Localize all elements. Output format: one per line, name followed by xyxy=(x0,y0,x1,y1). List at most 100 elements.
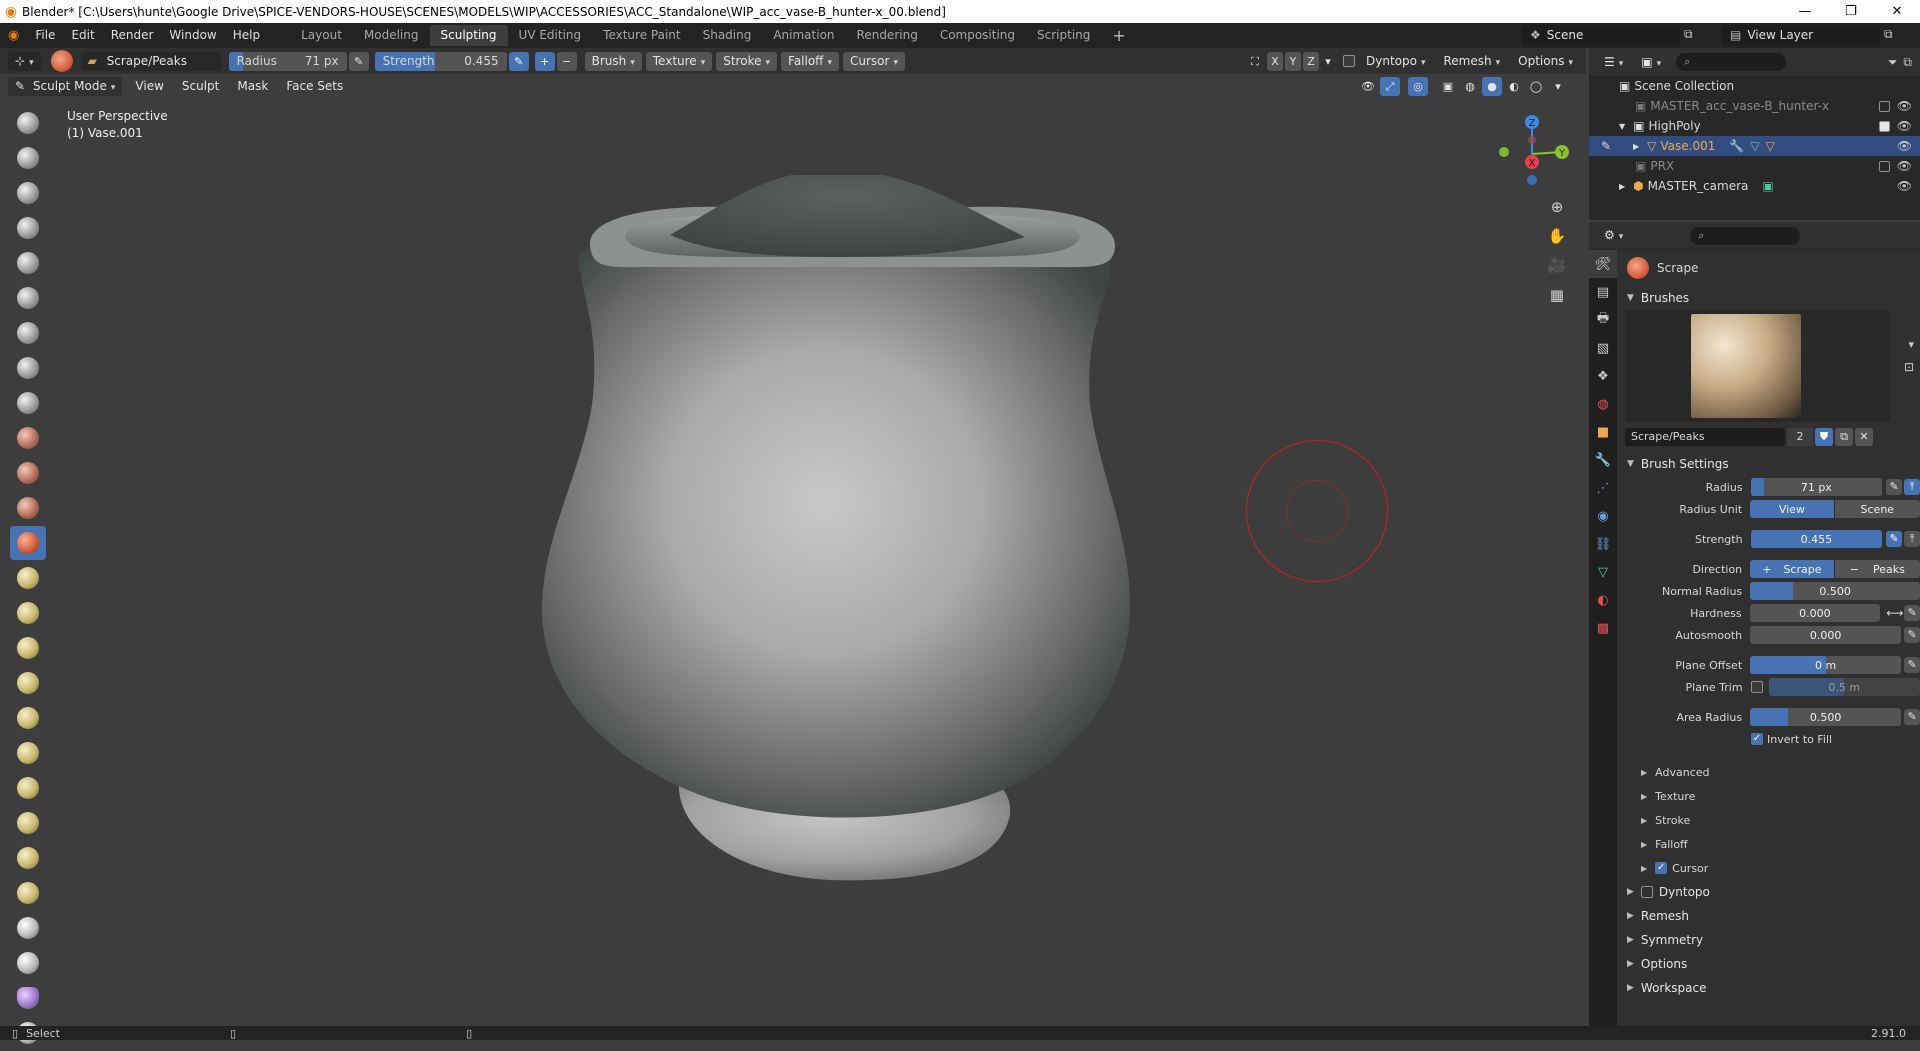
brush-users-count[interactable]: 2 xyxy=(1787,428,1813,446)
autosmooth-slider[interactable]: 0.000 xyxy=(1750,626,1902,644)
subpanel-cursor[interactable]: ▶ ✓ Cursor xyxy=(1617,856,1920,880)
direction-scrape-button[interactable]: + Scrape xyxy=(1750,560,1834,578)
maximize-button[interactable]: ❐ xyxy=(1828,0,1874,23)
brush-icon[interactable] xyxy=(50,50,73,72)
tool-inflate-icon[interactable] xyxy=(10,316,46,350)
subpanel-stroke[interactable]: ▶ Stroke xyxy=(1617,808,1920,832)
brush-settings-panel-header[interactable]: ▼ Brush Settings xyxy=(1617,452,1920,476)
dyntopo-menu[interactable]: Dyntopo ▾ xyxy=(1359,52,1432,71)
duplicate-brush-icon[interactable]: ⧉ xyxy=(1835,428,1853,446)
autosmooth-pressure-icon[interactable]: ✎ xyxy=(1904,627,1920,643)
plane-trim-slider[interactable]: 0.5 m xyxy=(1768,678,1920,696)
outliner-display-mode[interactable]: ▣ ▾ xyxy=(1634,52,1669,72)
strength-slider[interactable]: 0.455 xyxy=(1750,530,1883,548)
editor-type-button[interactable]: ⊹ ▾ xyxy=(8,51,41,71)
tool-elastic-deform-icon[interactable] xyxy=(10,666,46,700)
expand-arrow-icon[interactable]: ▶ xyxy=(1633,142,1639,151)
shading-dropdown-icon[interactable]: ▾ xyxy=(1548,77,1568,96)
symmetry-z-toggle[interactable]: Z xyxy=(1303,51,1320,71)
tab-texture-paint[interactable]: Texture Paint xyxy=(592,25,691,46)
world-tab-icon[interactable]: ◍ xyxy=(1589,390,1617,418)
expand-arrow-icon[interactable]: ▼ xyxy=(1619,122,1625,131)
properties-search-input[interactable]: ⌕ xyxy=(1690,226,1801,245)
sculpt-menu[interactable]: Sculpt xyxy=(175,77,226,96)
tool-mask-icon[interactable] xyxy=(10,981,46,1015)
outliner-new-collection-icon[interactable]: ⧉ xyxy=(1903,55,1912,70)
symmetry-y-toggle[interactable]: Y xyxy=(1285,51,1302,71)
modifier-icon[interactable]: 🔧 xyxy=(1729,139,1744,153)
modifier-tab-icon[interactable]: 🔧 xyxy=(1589,446,1617,474)
fake-user-icon[interactable]: ⛊ xyxy=(1815,428,1833,446)
invert-to-fill-checkbox[interactable]: ✓ xyxy=(1751,733,1763,745)
panel-remesh[interactable]: ▶ Remesh xyxy=(1617,904,1920,928)
options-menu[interactable]: Options ▾ xyxy=(1511,52,1580,71)
outliner-row-master-camera[interactable]: ▶ ⬢ MASTER_camera ▣ 👁 xyxy=(1589,176,1920,196)
menu-edit[interactable]: Edit xyxy=(63,23,102,48)
menu-window[interactable]: Window xyxy=(161,23,224,48)
remesh-menu[interactable]: Remesh ▾ xyxy=(1437,52,1508,71)
radius-field[interactable]: Radius 71 px xyxy=(228,51,347,71)
normal-radius-slider[interactable]: 0.500 xyxy=(1750,582,1920,600)
exclude-checkbox[interactable] xyxy=(1879,161,1890,172)
visibility-eye-icon[interactable]: 👁 xyxy=(1897,179,1912,193)
tool-slide-relax-icon[interactable] xyxy=(10,876,46,910)
overlay-toggle-icon[interactable]: ◎ xyxy=(1408,76,1428,96)
direction-peaks-button[interactable]: − Peaks xyxy=(1834,560,1920,578)
falloff-menu[interactable]: Falloff ▾ xyxy=(781,51,839,71)
vase-model[interactable] xyxy=(530,175,1160,895)
area-radius-pressure-icon[interactable]: ✎ xyxy=(1904,709,1920,725)
sculpt-mode-indicator-icon[interactable]: ✎ xyxy=(1601,139,1611,153)
area-radius-slider[interactable]: 0.500 xyxy=(1750,708,1902,726)
brush-selector[interactable]: ▰ Scrape/Peaks xyxy=(80,51,221,71)
exclude-checkbox[interactable] xyxy=(1879,101,1890,112)
tool-thumb-icon[interactable] xyxy=(10,736,46,770)
brush-datablock-name[interactable]: Scrape/Peaks xyxy=(1625,428,1785,446)
outliner-search-input[interactable]: ⌕ xyxy=(1676,53,1787,71)
view-menu[interactable]: View xyxy=(128,77,170,96)
visibility-eye-icon[interactable]: 👁 xyxy=(1897,119,1912,133)
pan-hand-icon[interactable]: ✋ xyxy=(1544,223,1570,249)
strength-link-icon[interactable]: ⤒ xyxy=(1904,531,1920,547)
expand-arrow-icon[interactable]: ▶ xyxy=(1619,182,1625,191)
brushes-panel-header[interactable]: ▼ Brushes xyxy=(1617,286,1920,310)
shading-solid-icon[interactable]: ● xyxy=(1482,76,1502,96)
unlink-brush-icon[interactable]: ✕ xyxy=(1855,428,1873,446)
tool-nudge-icon[interactable] xyxy=(10,806,46,840)
panel-options[interactable]: ▶ Options xyxy=(1617,952,1920,976)
tab-shading[interactable]: Shading xyxy=(692,25,763,46)
texture-menu[interactable]: Texture ▾ xyxy=(645,51,713,71)
strength-pressure-icon[interactable]: ✎ xyxy=(508,51,529,71)
new-view-layer-icon[interactable]: ⧉ xyxy=(1884,27,1893,42)
hardness-pressure-icon[interactable]: ✎ xyxy=(1904,605,1920,621)
gizmo-toggle-icon[interactable]: ⤢ xyxy=(1380,76,1400,96)
tab-rendering[interactable]: Rendering xyxy=(846,25,929,46)
tool-clay-strips-icon[interactable] xyxy=(10,211,46,245)
panel-workspace[interactable]: ▶ Workspace xyxy=(1617,976,1920,1000)
subpanel-falloff[interactable]: ▶ Falloff xyxy=(1617,832,1920,856)
tab-animation[interactable]: Animation xyxy=(762,25,845,46)
tool-cloth-icon[interactable] xyxy=(10,911,46,945)
radius-unit-scene-button[interactable]: Scene xyxy=(1834,500,1920,518)
exclude-checkbox[interactable] xyxy=(1879,121,1890,132)
visibility-icon[interactable]: 👁 xyxy=(1358,77,1378,96)
outliner-editor-type[interactable]: ☰ ▾ xyxy=(1597,52,1631,72)
add-workspace-button[interactable]: + xyxy=(1101,25,1136,46)
camera-data-icon[interactable]: ▣ xyxy=(1762,179,1773,193)
physics-tab-icon[interactable]: ◉ xyxy=(1589,502,1617,530)
tab-layout[interactable]: Layout xyxy=(290,25,353,46)
tab-scripting[interactable]: Scripting xyxy=(1026,25,1101,46)
outliner-row-highpoly[interactable]: ▼ ▣ HighPoly 👁 xyxy=(1589,116,1920,136)
tab-compositing[interactable]: Compositing xyxy=(929,25,1026,46)
outliner-row-master-acc[interactable]: ▣ MASTER_acc_vase-B_hunter-x 👁 xyxy=(1589,96,1920,116)
tool-grab-icon[interactable] xyxy=(10,631,46,665)
data-tab-icon[interactable]: ▽ xyxy=(1589,558,1617,586)
tool-flatten-icon[interactable] xyxy=(10,456,46,490)
menu-render[interactable]: Render xyxy=(103,23,162,48)
subpanel-texture[interactable]: ▶ Texture xyxy=(1617,784,1920,808)
tool-snake-hook-icon[interactable] xyxy=(10,701,46,735)
outliner-filter-icon[interactable]: ⏷ xyxy=(1888,55,1898,70)
particles-tab-icon[interactable]: ⋰ xyxy=(1589,474,1617,502)
mask-menu[interactable]: Mask xyxy=(230,77,275,96)
radius-link-icon[interactable]: ⤒ xyxy=(1904,479,1920,495)
camera-view-icon[interactable]: 🎥 xyxy=(1544,252,1570,278)
